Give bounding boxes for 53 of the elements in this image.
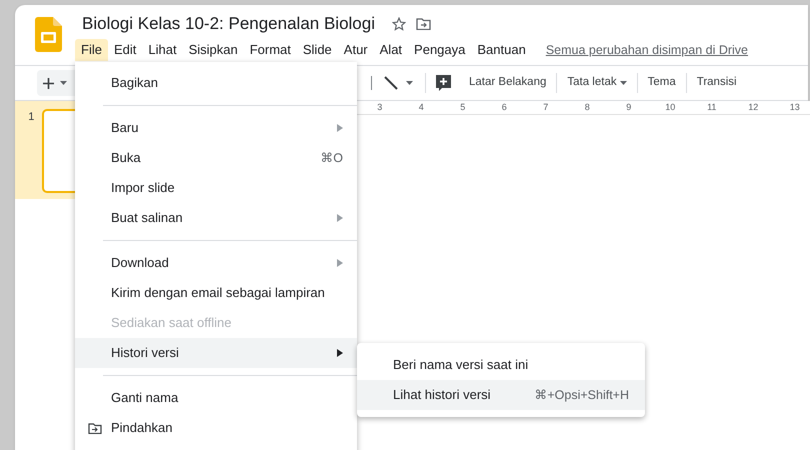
caret-icon bbox=[406, 81, 413, 85]
ruler-number: 5 bbox=[459, 100, 466, 114]
shortcut-label: ⌘+Opsi+Shift+H bbox=[534, 386, 629, 404]
menu-item[interactable]: Kirim dengan email sebagai lampiran bbox=[75, 278, 357, 308]
star-icon[interactable] bbox=[392, 17, 406, 31]
slide-number: 1 bbox=[27, 110, 36, 125]
ruler-number: 9 bbox=[625, 100, 632, 114]
menu-item[interactable]: Pindahkan bbox=[75, 413, 357, 443]
menu-item[interactable]: Beri nama versi saat ini bbox=[357, 350, 645, 380]
move-to-folder-icon[interactable] bbox=[416, 18, 431, 30]
ruler-number: 12 bbox=[747, 100, 760, 114]
add-comment-icon[interactable] bbox=[436, 75, 451, 91]
ruler-number: 11 bbox=[706, 100, 718, 114]
shortcut-label: ⌘O bbox=[320, 150, 343, 167]
menu-item[interactable]: Buat salinan bbox=[75, 203, 357, 233]
menu-item[interactable]: Impor slide bbox=[75, 173, 357, 203]
ruler-number: 10 bbox=[664, 100, 676, 114]
menu-item[interactable]: Histori versi bbox=[75, 338, 357, 368]
slide-thumbnail[interactable] bbox=[42, 109, 75, 193]
caret-icon bbox=[60, 81, 67, 85]
menu-bar-item[interactable]: Sisipkan bbox=[182, 39, 244, 61]
ruler-number: 3 bbox=[376, 100, 384, 114]
menu-item[interactable]: Buka ⌘O bbox=[75, 143, 357, 173]
folder-icon bbox=[88, 422, 102, 434]
save-status-link[interactable]: Semua perubahan disimpan di Drive bbox=[546, 40, 748, 60]
toolbar-button[interactable]: Tata letak bbox=[557, 70, 637, 96]
ruler-number: 4 bbox=[418, 100, 425, 114]
menu-bar-item[interactable]: Lihat bbox=[142, 39, 183, 61]
menu-bar-item[interactable]: Alat bbox=[374, 39, 408, 61]
menu-item[interactable]: Baru bbox=[75, 113, 357, 143]
menu-bar-item[interactable]: Atur bbox=[338, 39, 374, 61]
ruler-number: 7 bbox=[542, 100, 550, 114]
ruler-number: 8 bbox=[584, 100, 591, 114]
document-title[interactable]: Biologi Kelas 10-2: Pengenalan Biologi bbox=[82, 11, 375, 37]
line-icon bbox=[384, 76, 398, 90]
ruler-number: 13 bbox=[788, 100, 801, 114]
toolbar-button[interactable]: Transisi bbox=[686, 70, 747, 96]
menu-item[interactable]: Ganti nama bbox=[75, 383, 357, 413]
menu-bar-item[interactable]: Pengaya bbox=[408, 39, 472, 61]
menu-item: Sediakan saat offline bbox=[110, 314, 232, 332]
plus-icon bbox=[43, 78, 54, 88]
toolbar-button[interactable]: Latar Belakang bbox=[459, 70, 556, 96]
menu-bar-item[interactable]: Format bbox=[244, 39, 297, 61]
menu-bar-item[interactable]: Bantuan bbox=[471, 39, 532, 61]
menu-bar-item[interactable]: File bbox=[75, 39, 108, 61]
menu-item[interactable]: Lihat histori versi ⌘+Opsi+Shift+H bbox=[357, 380, 645, 410]
toolbar-button[interactable]: Tema bbox=[638, 70, 686, 96]
menu-bar-item[interactable]: Slide bbox=[296, 39, 338, 61]
menu-item[interactable]: Download bbox=[75, 248, 357, 278]
menu-item[interactable]: Bagikan bbox=[75, 68, 357, 98]
ruler-number: 6 bbox=[500, 100, 508, 114]
slide-thumbnail-row[interactable]: 1 bbox=[15, 101, 75, 199]
menu-bar-item[interactable]: Edit bbox=[108, 39, 142, 61]
